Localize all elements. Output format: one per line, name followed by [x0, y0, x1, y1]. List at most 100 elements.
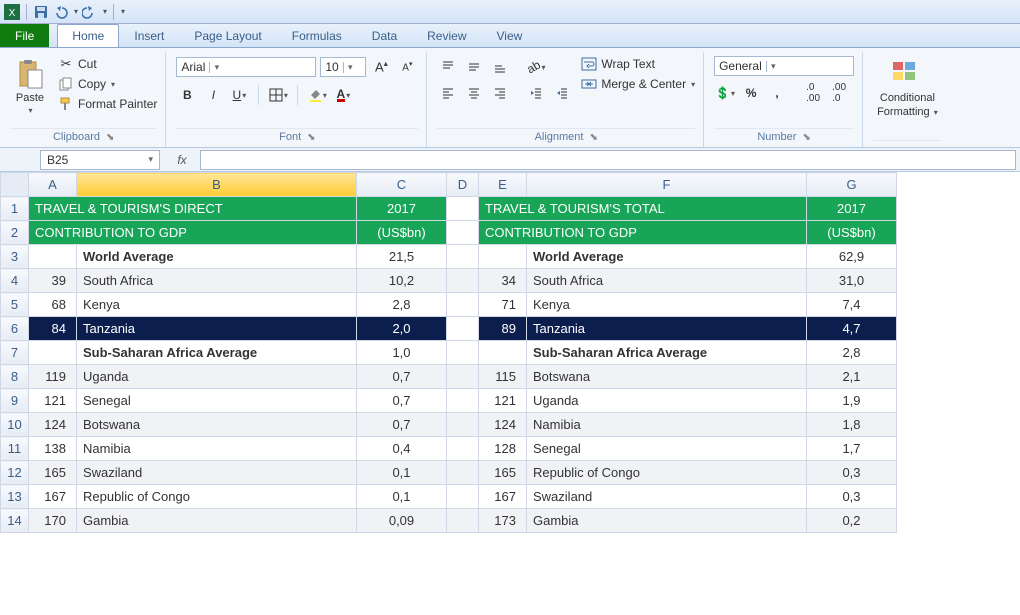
- row-header[interactable]: 9: [1, 389, 29, 413]
- cell[interactable]: 173: [479, 509, 527, 533]
- cell[interactable]: [447, 221, 479, 245]
- cell[interactable]: 0,7: [357, 389, 447, 413]
- cell[interactable]: 0,1: [357, 461, 447, 485]
- cell[interactable]: 0,7: [357, 413, 447, 437]
- underline-button[interactable]: U▾: [228, 84, 250, 106]
- accounting-button[interactable]: 💲▾: [714, 82, 736, 104]
- cell[interactable]: 21,5: [357, 245, 447, 269]
- cell[interactable]: 84: [29, 317, 77, 341]
- cell[interactable]: 0,2: [807, 509, 897, 533]
- cell[interactable]: 121: [479, 389, 527, 413]
- row-header[interactable]: 3: [1, 245, 29, 269]
- cell[interactable]: Republic of Congo: [77, 485, 357, 509]
- cell[interactable]: 124: [29, 413, 77, 437]
- italic-button[interactable]: I: [202, 84, 224, 106]
- align-center-button[interactable]: [463, 82, 485, 104]
- cell[interactable]: 165: [29, 461, 77, 485]
- row-header[interactable]: 11: [1, 437, 29, 461]
- cell[interactable]: 124: [479, 413, 527, 437]
- cell[interactable]: Namibia: [527, 413, 807, 437]
- copy-dropdown-icon[interactable]: ▾: [111, 80, 115, 89]
- cell[interactable]: Senegal: [527, 437, 807, 461]
- name-box[interactable]: B25 ▾: [40, 150, 160, 170]
- font-launcher-icon[interactable]: ⬊: [307, 132, 315, 143]
- tab-file[interactable]: File: [0, 24, 49, 47]
- cell[interactable]: [447, 437, 479, 461]
- cell[interactable]: 89: [479, 317, 527, 341]
- cell[interactable]: CONTRIBUTION TO GDP: [479, 221, 807, 245]
- cell[interactable]: 0,3: [807, 461, 897, 485]
- increase-indent-button[interactable]: [551, 82, 573, 104]
- cell[interactable]: [29, 245, 77, 269]
- cell[interactable]: [447, 509, 479, 533]
- font-color-button[interactable]: A ▾: [332, 84, 354, 106]
- align-right-button[interactable]: [489, 82, 511, 104]
- cell[interactable]: 2,8: [357, 293, 447, 317]
- row-header[interactable]: 5: [1, 293, 29, 317]
- tab-page-layout[interactable]: Page Layout: [179, 24, 276, 47]
- tab-view[interactable]: View: [482, 24, 538, 47]
- cell[interactable]: 39: [29, 269, 77, 293]
- cell[interactable]: 1,0: [357, 341, 447, 365]
- cell[interactable]: 1,8: [807, 413, 897, 437]
- cell[interactable]: Namibia: [77, 437, 357, 461]
- cell[interactable]: 2017: [807, 197, 897, 221]
- wrap-text-button[interactable]: Wrap Text: [581, 56, 695, 72]
- cell[interactable]: 1,7: [807, 437, 897, 461]
- cell[interactable]: 4,7: [807, 317, 897, 341]
- orientation-button[interactable]: ab▾: [525, 56, 547, 78]
- merge-center-button[interactable]: Merge & Center ▾: [581, 76, 695, 92]
- cell[interactable]: 165: [479, 461, 527, 485]
- row-header[interactable]: 6: [1, 317, 29, 341]
- cell[interactable]: Sub-Saharan Africa Average: [77, 341, 357, 365]
- cell[interactable]: Gambia: [77, 509, 357, 533]
- bold-button[interactable]: B: [176, 84, 198, 106]
- conditional-formatting-button[interactable]: Conditional Formatting ▾: [873, 56, 942, 120]
- cell[interactable]: Kenya: [527, 293, 807, 317]
- cell[interactable]: 1,9: [807, 389, 897, 413]
- tab-insert[interactable]: Insert: [119, 24, 179, 47]
- font-size-combo[interactable]: 10▾: [320, 57, 366, 77]
- clipboard-launcher-icon[interactable]: ⬊: [106, 132, 114, 143]
- cell[interactable]: 121: [29, 389, 77, 413]
- cell[interactable]: 7,4: [807, 293, 897, 317]
- row-header[interactable]: 1: [1, 197, 29, 221]
- col-header-C[interactable]: C: [357, 173, 447, 197]
- save-icon[interactable]: [33, 4, 49, 20]
- cell[interactable]: 119: [29, 365, 77, 389]
- cell[interactable]: 2,0: [357, 317, 447, 341]
- cell[interactable]: Botswana: [527, 365, 807, 389]
- cell[interactable]: Gambia: [527, 509, 807, 533]
- comma-button[interactable]: ,: [766, 82, 788, 104]
- cell[interactable]: [479, 341, 527, 365]
- decrease-indent-button[interactable]: [525, 82, 547, 104]
- cell[interactable]: World Average: [527, 245, 807, 269]
- col-header-B[interactable]: B: [77, 173, 357, 197]
- cell[interactable]: Senegal: [77, 389, 357, 413]
- cell[interactable]: 0,09: [357, 509, 447, 533]
- decrease-decimal-button[interactable]: .00.0: [828, 82, 850, 104]
- cell[interactable]: [447, 389, 479, 413]
- fill-color-button[interactable]: ▾: [306, 84, 328, 106]
- col-header-G[interactable]: G: [807, 173, 897, 197]
- cell[interactable]: Sub-Saharan Africa Average: [527, 341, 807, 365]
- cell[interactable]: (US$bn): [807, 221, 897, 245]
- select-all-corner[interactable]: [1, 173, 29, 197]
- borders-button[interactable]: ▾: [267, 84, 289, 106]
- cell[interactable]: [447, 197, 479, 221]
- row-header[interactable]: 2: [1, 221, 29, 245]
- cell[interactable]: Botswana: [77, 413, 357, 437]
- cell[interactable]: 68: [29, 293, 77, 317]
- cell[interactable]: 2017: [357, 197, 447, 221]
- cell[interactable]: 167: [29, 485, 77, 509]
- col-header-A[interactable]: A: [29, 173, 77, 197]
- cell[interactable]: [447, 365, 479, 389]
- formula-input[interactable]: [200, 150, 1016, 170]
- undo-dropdown-icon[interactable]: ▾: [74, 7, 78, 16]
- cell[interactable]: TRAVEL & TOURISM'S TOTAL: [479, 197, 807, 221]
- cell[interactable]: [447, 245, 479, 269]
- cell[interactable]: Kenya: [77, 293, 357, 317]
- row-header[interactable]: 8: [1, 365, 29, 389]
- cell[interactable]: South Africa: [527, 269, 807, 293]
- cell[interactable]: 2,8: [807, 341, 897, 365]
